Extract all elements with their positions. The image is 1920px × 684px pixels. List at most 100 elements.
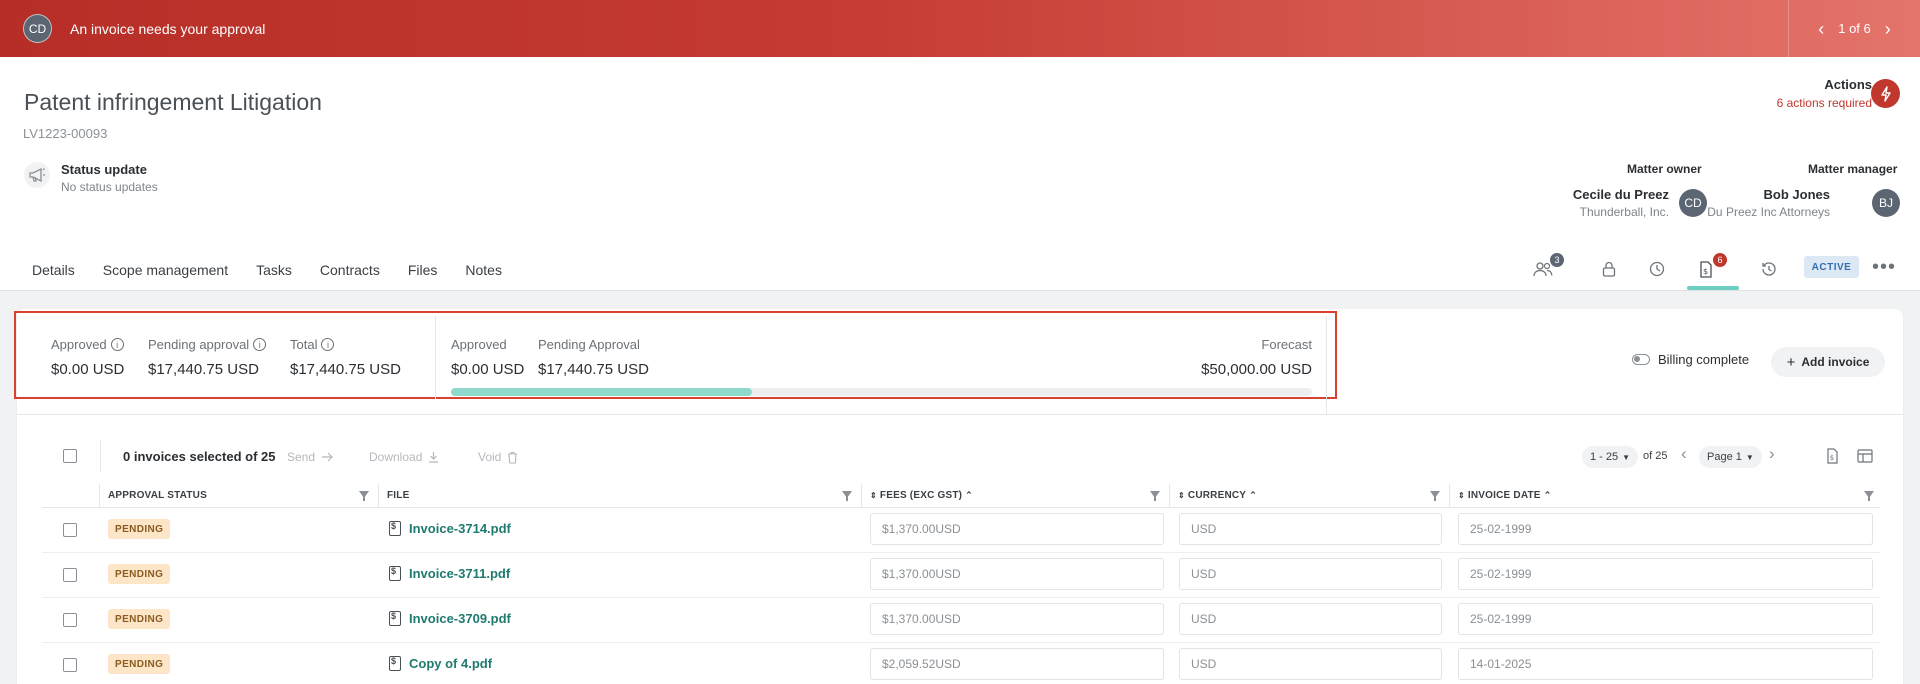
currency-field[interactable]: USD (1179, 513, 1442, 545)
filter-icon[interactable] (1430, 491, 1440, 501)
next-page-icon[interactable]: › (1769, 444, 1775, 464)
column-divider (378, 484, 379, 508)
invoice-date-field[interactable]: 25-02-1999 (1458, 558, 1873, 590)
status-update[interactable]: Status update No status updates (24, 162, 158, 194)
approved-label: Approved i (51, 337, 124, 352)
fees-field[interactable]: $1,370.00USD (870, 603, 1164, 635)
column-divider (1169, 484, 1170, 508)
actions-button[interactable] (1871, 79, 1900, 108)
info-icon[interactable]: i (110, 338, 124, 351)
lock-icon[interactable] (1597, 258, 1621, 280)
download-label: Download (369, 450, 423, 464)
tab-details[interactable]: Details (32, 262, 75, 278)
header-approval-status[interactable]: APPROVAL STATUS (108, 490, 207, 501)
row-checkbox[interactable] (63, 523, 77, 537)
table-row[interactable]: PENDING Copy of 4.pdf $2,059.52USD USD 1… (42, 643, 1880, 684)
caret-down-icon: ▼ (1745, 452, 1754, 462)
chevron-right-icon[interactable]: › (1885, 20, 1891, 38)
select-all-checkbox[interactable] (63, 449, 77, 463)
table-row[interactable]: PENDING Invoice-3711.pdf $1,370.00USD US… (42, 553, 1880, 598)
file-link[interactable]: Invoice-3714.pdf (389, 521, 511, 536)
export-icon[interactable]: $ (1822, 446, 1842, 466)
info-icon[interactable]: i (253, 338, 267, 351)
filter-icon[interactable] (359, 491, 369, 501)
invoice-icon[interactable]: $ 6 (1694, 253, 1727, 280)
table-row[interactable]: PENDING Invoice-3709.pdf $1,370.00USD US… (42, 598, 1880, 643)
currency-field[interactable]: USD (1179, 648, 1442, 680)
chevron-left-icon[interactable]: ‹ (1818, 20, 1824, 38)
pending-approval-label: Pending approval i (148, 337, 267, 352)
manager-avatar[interactable]: BJ (1872, 189, 1900, 217)
page-title: Patent infringement Litigation (24, 89, 322, 115)
currency-field[interactable]: USD (1179, 558, 1442, 590)
header-currency[interactable]: ⇕ CURRENCY ⌃ (1178, 490, 1257, 501)
total-count: of 25 (1643, 450, 1668, 462)
add-invoice-button[interactable]: + Add invoice (1771, 347, 1885, 377)
send-button[interactable]: Send (287, 450, 334, 464)
invoice-date-field[interactable]: 25-02-1999 (1458, 513, 1873, 545)
download-button[interactable]: Download (369, 450, 439, 464)
svg-text:$: $ (1703, 267, 1708, 276)
status-badge: PENDING (108, 519, 171, 539)
row-checkbox[interactable] (63, 568, 77, 582)
range-label: 1 - 25 (1590, 451, 1619, 463)
people-icon[interactable]: 3 (1531, 253, 1564, 280)
toolbar-divider (100, 440, 101, 472)
fees-field[interactable]: $2,059.52USD (870, 648, 1164, 680)
page-size-select[interactable]: 1 - 25 ▼ (1582, 446, 1639, 468)
owner-org: Thunderball, Inc. (1579, 205, 1669, 219)
currency-field[interactable]: USD (1179, 603, 1442, 635)
header-file[interactable]: FILE (387, 490, 409, 501)
row-checkbox[interactable] (63, 613, 77, 627)
more-options-icon[interactable]: ••• (1872, 256, 1896, 279)
billing-complete-toggle[interactable]: Billing complete (1632, 352, 1749, 367)
file-name[interactable]: Invoice-3714.pdf (409, 521, 511, 536)
filter-icon[interactable] (1864, 491, 1874, 501)
file-link[interactable]: Invoice-3711.pdf (389, 566, 510, 581)
banner-pager-text: 1 of 6 (1838, 21, 1871, 36)
history-icon[interactable] (1756, 258, 1780, 280)
fees-field[interactable]: $1,370.00USD (870, 513, 1164, 545)
send-label: Send (287, 450, 316, 464)
file-link[interactable]: Copy of 4.pdf (389, 656, 492, 671)
clock-icon[interactable] (1645, 258, 1669, 280)
column-divider (99, 484, 100, 508)
budget-approved-value: $0.00 USD (451, 361, 525, 378)
tab-bar: Details Scope management Tasks Contracts… (32, 262, 502, 278)
actions-required[interactable]: 6 actions required (1777, 96, 1872, 110)
tab-files[interactable]: Files (408, 262, 438, 278)
tab-notes[interactable]: Notes (465, 262, 502, 278)
tab-tasks[interactable]: Tasks (256, 262, 292, 278)
file-name[interactable]: Invoice-3709.pdf (409, 611, 511, 626)
header-invoice-date[interactable]: ⇕ INVOICE DATE ⌃ (1458, 490, 1551, 501)
banner-message[interactable]: An invoice needs your approval (70, 21, 265, 37)
filter-icon[interactable] (842, 491, 852, 501)
tab-contracts[interactable]: Contracts (320, 262, 380, 278)
approved-label-text: Approved (51, 337, 107, 352)
tab-scope-management[interactable]: Scope management (103, 262, 228, 278)
send-icon (322, 452, 333, 462)
table-row[interactable]: PENDING Invoice-3714.pdf $1,370.00USD US… (42, 508, 1880, 553)
status-badge: PENDING (108, 654, 171, 674)
filter-icon[interactable] (1150, 491, 1160, 501)
file-name[interactable]: Invoice-3711.pdf (409, 566, 510, 581)
invoice-date-field[interactable]: 25-02-1999 (1458, 603, 1873, 635)
file-name[interactable]: Copy of 4.pdf (409, 656, 492, 671)
row-checkbox[interactable] (63, 658, 77, 672)
invoice-date-field[interactable]: 14-01-2025 (1458, 648, 1873, 680)
fees-field[interactable]: $1,370.00USD (870, 558, 1164, 590)
prev-page-icon[interactable]: ‹ (1681, 444, 1687, 464)
budget-pending-value: $17,440.75 USD (538, 361, 649, 378)
page-select[interactable]: Page 1 ▼ (1699, 446, 1762, 468)
people-count-badge: 3 (1550, 253, 1564, 267)
actions-label: Actions (1824, 77, 1872, 92)
sort-icon: ⇕ (1458, 491, 1465, 500)
info-icon[interactable]: i (321, 338, 335, 351)
file-link[interactable]: Invoice-3709.pdf (389, 611, 511, 626)
owner-avatar[interactable]: CD (1679, 189, 1707, 217)
selection-count: 0 invoices selected of 25 (123, 449, 276, 464)
header-fees[interactable]: ⇕ FEES (EXC GST) ⌃ (870, 490, 973, 501)
columns-icon[interactable] (1855, 446, 1875, 466)
matter-manager: Bob Jones Du Preez Inc Attorneys (1707, 187, 1830, 219)
void-button[interactable]: Void (478, 450, 518, 464)
